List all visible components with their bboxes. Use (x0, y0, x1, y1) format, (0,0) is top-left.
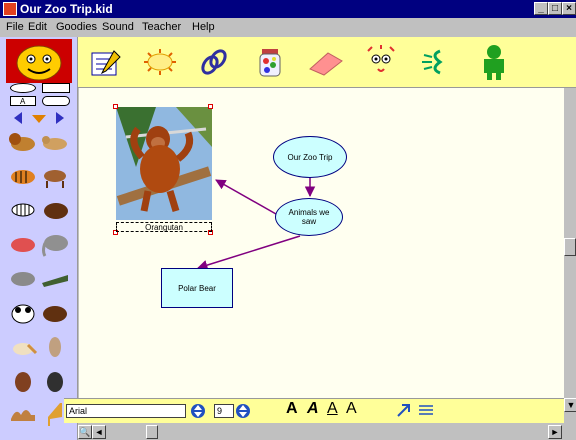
selection-handle[interactable] (208, 104, 213, 109)
line-style-button[interactable] (418, 402, 434, 421)
horizontal-scrollbar[interactable]: 🔍 ◄ ► (78, 423, 576, 440)
image-caption[interactable]: Orangutan (116, 222, 212, 232)
arrow-style-button[interactable] (396, 402, 412, 421)
node-polar-bear[interactable]: Polar Bear (161, 268, 233, 308)
scroll-right-button[interactable]: ► (548, 425, 562, 439)
font-size-spinner[interactable] (236, 403, 250, 418)
node-animals-we-saw[interactable]: Animals we saw (275, 198, 343, 236)
orangutan-photo[interactable] (116, 107, 212, 220)
italic-button[interactable]: A (307, 400, 319, 418)
vertical-scrollbar[interactable]: ▼ (564, 88, 576, 412)
horizontal-scroll-thumb[interactable] (146, 425, 158, 439)
bold-button[interactable]: A (286, 400, 298, 418)
font-name-field[interactable]: Arial (66, 404, 186, 418)
link-animals-to-polar-bear (196, 235, 301, 271)
scroll-left-button[interactable]: ◄ (92, 425, 106, 439)
link-animals-to-orangutan (215, 179, 277, 215)
node-our-zoo-trip[interactable]: Our Zoo Trip (273, 136, 347, 178)
underline-button[interactable]: A (327, 400, 338, 418)
zoom-icon[interactable]: 🔍 (78, 425, 92, 439)
font-name-spinner[interactable] (191, 403, 205, 418)
scroll-down-button[interactable]: ▼ (564, 398, 576, 412)
selection-handle[interactable] (113, 104, 118, 109)
vertical-scroll-thumb[interactable] (564, 238, 576, 256)
font-size-field[interactable]: 9 (214, 404, 234, 418)
text-style-button[interactable]: A (346, 400, 357, 418)
